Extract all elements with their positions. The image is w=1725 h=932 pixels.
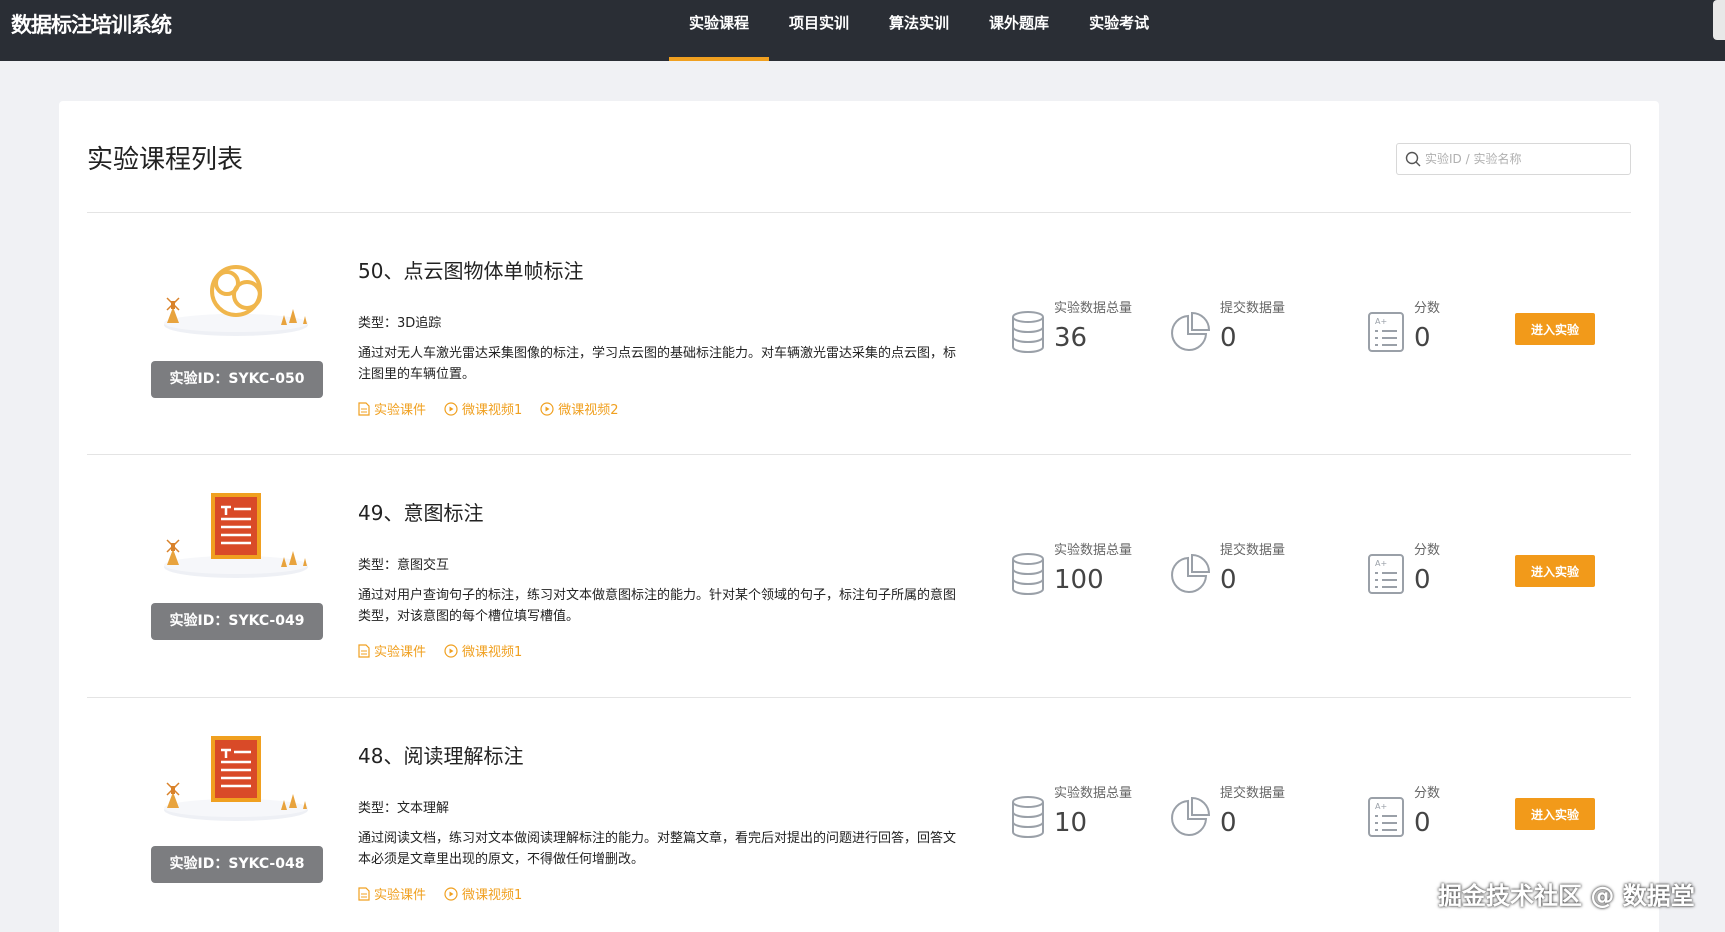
- course-list-card: 实验课程列表 实验ID / 实验名称 实验ID：SYKC-050 50、点云图物…: [59, 101, 1659, 932]
- stat-value: 10: [1054, 808, 1088, 838]
- stat-label: 分数: [1414, 301, 1441, 316]
- database-icon: [1012, 553, 1044, 595]
- video-link-label: 微课视频1: [462, 888, 523, 903]
- course-description: 通过阅读文档，练习对文本做阅读理解标注的能力。对整篇文章，看完后对提出的问题进行…: [358, 831, 957, 867]
- course-description: 通过对用户查询句子的标注，练习对文本做意图标注的能力。针对某个领域的句子，标注句…: [358, 588, 957, 624]
- score-sheet-icon: A+: [1368, 312, 1404, 352]
- document-icon: [358, 401, 370, 416]
- score-sheet-icon: A+: [1368, 797, 1404, 837]
- stat-label: 实验数据总量: [1054, 786, 1133, 801]
- course-title[interactable]: 49、意图标注: [358, 497, 483, 526]
- courseware-link[interactable]: 实验课件: [358, 399, 426, 418]
- courseware-link[interactable]: 实验课件: [358, 641, 426, 660]
- stat-label: 提交数据量: [1220, 786, 1286, 801]
- courseware-link-label: 实验课件: [374, 888, 427, 903]
- experiment-id-badge: 实验ID：SYKC-048: [151, 846, 323, 883]
- course-type: 类型：文本理解: [358, 801, 450, 816]
- page-title: 实验课程列表: [87, 145, 244, 175]
- play-circle-icon: [540, 401, 554, 416]
- document-icon: [164, 736, 308, 821]
- course-thumbnail: [147, 243, 325, 343]
- course-links: 实验课件 微课视频1: [358, 641, 522, 660]
- play-circle-icon: [444, 401, 458, 416]
- nav-item-experiment-courses[interactable]: 实验课程: [669, 0, 770, 61]
- course-links: 实验课件 微课视频1: [358, 884, 522, 903]
- svg-text:A+: A+: [1375, 559, 1387, 568]
- courseware-link-label: 实验课件: [374, 645, 427, 660]
- stat-value: 0: [1414, 808, 1431, 838]
- svg-text:A+: A+: [1375, 317, 1387, 326]
- cloud-icon: [164, 265, 308, 336]
- enter-experiment-button[interactable]: 进入实验: [1515, 313, 1595, 345]
- search-input[interactable]: [1425, 152, 1625, 166]
- video-link[interactable]: 微课视频1: [444, 641, 522, 660]
- score-sheet-icon: A+: [1368, 554, 1404, 594]
- stat-value: 0: [1414, 323, 1431, 353]
- scrollbar-handle[interactable]: [1713, 0, 1725, 40]
- video-link[interactable]: 微课视频2: [540, 399, 619, 418]
- main-nav: 实验课程 项目实训 算法实训 课外题库 实验考试: [669, 0, 1169, 61]
- course-row: 实验ID：SYKC-049 49、意图标注 类型：意图交互 通过对用户查询句子的…: [87, 455, 1631, 697]
- stat-label: 提交数据量: [1220, 301, 1286, 316]
- course-row: 实验ID：SYKC-050 50、点云图物体单帧标注 类型：3D追踪 通过对无人…: [87, 213, 1631, 455]
- experiment-id-badge: 实验ID：SYKC-050: [151, 361, 323, 398]
- pie-chart-icon: [1171, 796, 1211, 836]
- stat-value: 0: [1220, 323, 1237, 353]
- stat-label: 分数: [1414, 543, 1441, 558]
- watermark-text: 掘金技术社区 @ 数据堂: [1438, 882, 1695, 910]
- nav-item-question-bank[interactable]: 课外题库: [969, 0, 1069, 61]
- stat-value: 36: [1054, 323, 1088, 353]
- stat-label: 实验数据总量: [1054, 543, 1133, 558]
- course-type: 类型：3D追踪: [358, 316, 442, 331]
- video-link[interactable]: 微课视频1: [444, 884, 522, 903]
- course-description: 通过对无人车激光雷达采集图像的标注，学习点云图的基础标注能力。对车辆激光雷达采集…: [358, 346, 957, 382]
- enter-experiment-button[interactable]: 进入实验: [1515, 798, 1595, 830]
- stat-label: 实验数据总量: [1054, 301, 1133, 316]
- course-row: 实验ID：SYKC-048 48、阅读理解标注 类型：文本理解 通过阅读文档，练…: [87, 698, 1631, 932]
- course-thumbnail: [147, 485, 325, 585]
- document-icon: [358, 643, 370, 658]
- stat-value: 0: [1220, 808, 1237, 838]
- database-icon: [1012, 796, 1044, 838]
- course-title[interactable]: 48、阅读理解标注: [358, 740, 523, 769]
- top-navbar: 数据标注培训系统 实验课程 项目实训 算法实训 课外题库 实验考试: [0, 0, 1725, 61]
- play-circle-icon: [444, 643, 458, 658]
- document-icon: [358, 886, 370, 901]
- nav-item-algorithm-training[interactable]: 算法实训: [869, 0, 969, 61]
- experiment-id-badge: 实验ID：SYKC-049: [151, 603, 323, 640]
- nav-item-experiment-exam[interactable]: 实验考试: [1069, 0, 1169, 61]
- document-icon: [164, 493, 308, 578]
- nav-item-project-training[interactable]: 项目实训: [769, 0, 869, 61]
- stat-label: 分数: [1414, 786, 1441, 801]
- video-link-label: 微课视频1: [462, 645, 523, 660]
- course-thumbnail: [147, 728, 325, 828]
- stat-value: 0: [1220, 565, 1237, 595]
- video-link-label: 微课视频2: [558, 403, 619, 418]
- stat-value: 0: [1414, 565, 1431, 595]
- database-icon: [1012, 311, 1044, 353]
- search-box[interactable]: [1396, 143, 1631, 175]
- stat-value: 100: [1054, 565, 1104, 595]
- enter-experiment-button[interactable]: 进入实验: [1515, 555, 1595, 587]
- course-type: 类型：意图交互: [358, 558, 450, 573]
- video-link-label: 微课视频1: [462, 403, 523, 418]
- pie-chart-icon: [1171, 311, 1211, 351]
- course-links: 实验课件 微课视频1 微课视频2: [358, 399, 619, 418]
- courseware-link-label: 实验课件: [374, 403, 427, 418]
- search-icon: [1405, 151, 1421, 167]
- stat-label: 提交数据量: [1220, 543, 1286, 558]
- course-title[interactable]: 50、点云图物体单帧标注: [358, 255, 583, 284]
- brand-logo-text[interactable]: 数据标注培训系统: [11, 10, 172, 40]
- pie-chart-icon: [1171, 553, 1211, 593]
- play-circle-icon: [444, 886, 458, 901]
- svg-text:A+: A+: [1375, 802, 1387, 811]
- courseware-link[interactable]: 实验课件: [358, 884, 426, 903]
- video-link[interactable]: 微课视频1: [444, 399, 522, 418]
